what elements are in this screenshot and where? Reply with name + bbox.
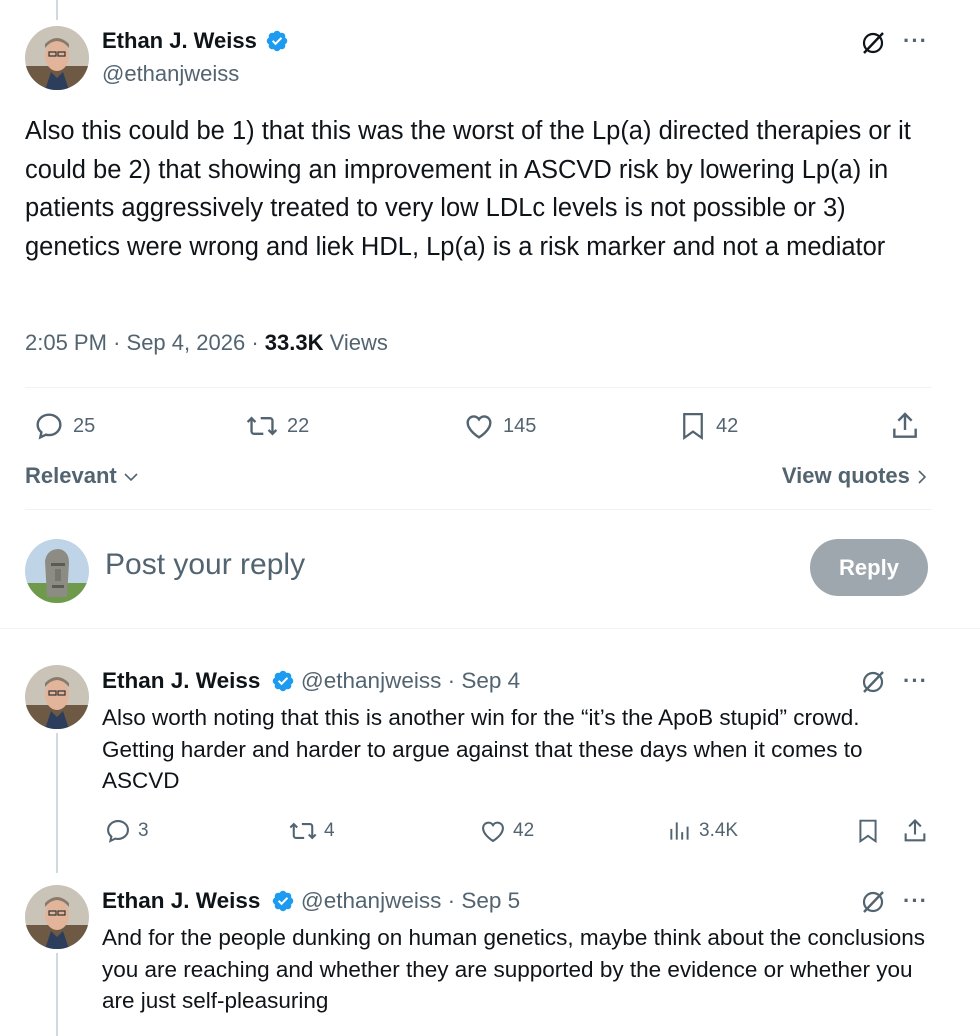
meta-separator: · — [113, 330, 121, 355]
divider — [25, 509, 932, 510]
reply-count: 25 — [73, 414, 96, 437]
reply-button[interactable]: 25 — [33, 410, 95, 442]
views-button[interactable]: 3.4K — [667, 817, 738, 845]
divider — [25, 387, 932, 388]
grok-icon[interactable] — [860, 30, 886, 61]
reply-handle-date[interactable]: @ethanjweiss · Sep 4 — [301, 668, 520, 693]
grok-icon[interactable] — [860, 669, 886, 700]
section-divider — [0, 628, 980, 629]
bookmark-count: 42 — [716, 414, 739, 437]
composer-avatar[interactable] — [25, 539, 89, 603]
reply-handle-date[interactable]: @ethanjweiss · Sep 5 — [301, 888, 520, 913]
tweet-meta: 2:05 PM · Sep 4, 2026 · 33.3K Views — [25, 330, 388, 356]
share-button[interactable] — [901, 817, 935, 845]
like-count: 42 — [513, 820, 535, 841]
author-name[interactable]: Ethan J. Weiss — [102, 28, 257, 54]
reply-button[interactable]: 3 — [104, 817, 149, 845]
reply-avatar[interactable] — [25, 885, 89, 949]
thread-line-top — [56, 0, 58, 20]
meta-separator: · — [251, 330, 259, 355]
reply-text: And for the people dunking on human gene… — [102, 925, 926, 1013]
retweet-button[interactable]: 4 — [288, 817, 335, 845]
reply-count: 3 — [138, 820, 149, 841]
thread-connector — [56, 733, 58, 873]
more-icon[interactable]: ··· — [903, 890, 928, 912]
retweet-button[interactable]: 22 — [245, 410, 309, 442]
views-icon — [670, 822, 689, 840]
reply-author-name[interactable]: Ethan J. Weiss — [102, 668, 260, 694]
retweet-count: 22 — [287, 414, 310, 437]
chevron-down-icon — [124, 473, 138, 482]
views-count: 3.4K — [699, 820, 739, 841]
share-icon — [893, 412, 917, 438]
views-label: Views — [329, 330, 388, 355]
share-button[interactable] — [889, 410, 929, 442]
tweet-date[interactable]: Sep 4, 2026 — [127, 330, 246, 355]
reply-icon — [107, 820, 129, 843]
views-count: 33.3K — [264, 330, 324, 355]
chevron-right-icon — [918, 470, 927, 484]
reply-text: Also worth noting that this is another w… — [102, 705, 863, 793]
reply-submit-button[interactable]: Reply — [810, 539, 928, 596]
view-quotes-label: View quotes — [781, 463, 910, 488]
avatar[interactable] — [25, 26, 89, 90]
grok-icon[interactable] — [860, 889, 886, 920]
sort-label: Relevant — [25, 463, 117, 488]
reply-header: Ethan J. Weiss @ethanjweiss · Sep 5 — [102, 887, 520, 914]
like-icon — [466, 415, 492, 439]
bookmark-button[interactable]: 42 — [678, 410, 738, 442]
reply-icon — [36, 413, 62, 440]
like-icon — [482, 821, 504, 843]
thread-connector — [56, 953, 58, 1036]
reply-avatar[interactable] — [25, 665, 89, 729]
tweet-text: Also this could be 1) that this was the … — [25, 117, 911, 261]
reply-input[interactable]: Post your reply — [105, 548, 305, 582]
view-quotes-link[interactable]: View quotes — [782, 463, 928, 489]
retweet-icon — [246, 416, 278, 436]
bookmark-button[interactable] — [855, 817, 887, 845]
more-icon[interactable]: ··· — [903, 30, 928, 52]
more-icon[interactable]: ··· — [903, 670, 928, 692]
author-name-row: Ethan J. Weiss — [102, 28, 289, 54]
like-button[interactable]: 145 — [463, 410, 536, 442]
verified-badge-icon — [265, 29, 289, 53]
share-icon — [904, 819, 926, 842]
like-button[interactable]: 42 — [479, 817, 534, 845]
reply-author-name[interactable]: Ethan J. Weiss — [102, 888, 260, 914]
reply-header: Ethan J. Weiss @ethanjweiss · Sep 4 — [102, 667, 520, 694]
verified-badge-icon — [271, 889, 295, 913]
bookmark-icon — [859, 819, 877, 844]
sort-relevant-dropdown[interactable]: Relevant — [25, 463, 139, 489]
retweet-icon — [289, 822, 317, 840]
like-count: 145 — [503, 414, 537, 437]
bookmark-icon — [683, 413, 703, 441]
retweet-count: 4 — [324, 820, 335, 841]
author-handle[interactable]: @ethanjweiss — [102, 61, 239, 87]
verified-badge-icon — [271, 669, 295, 693]
tweet-time[interactable]: 2:05 PM — [25, 330, 107, 355]
